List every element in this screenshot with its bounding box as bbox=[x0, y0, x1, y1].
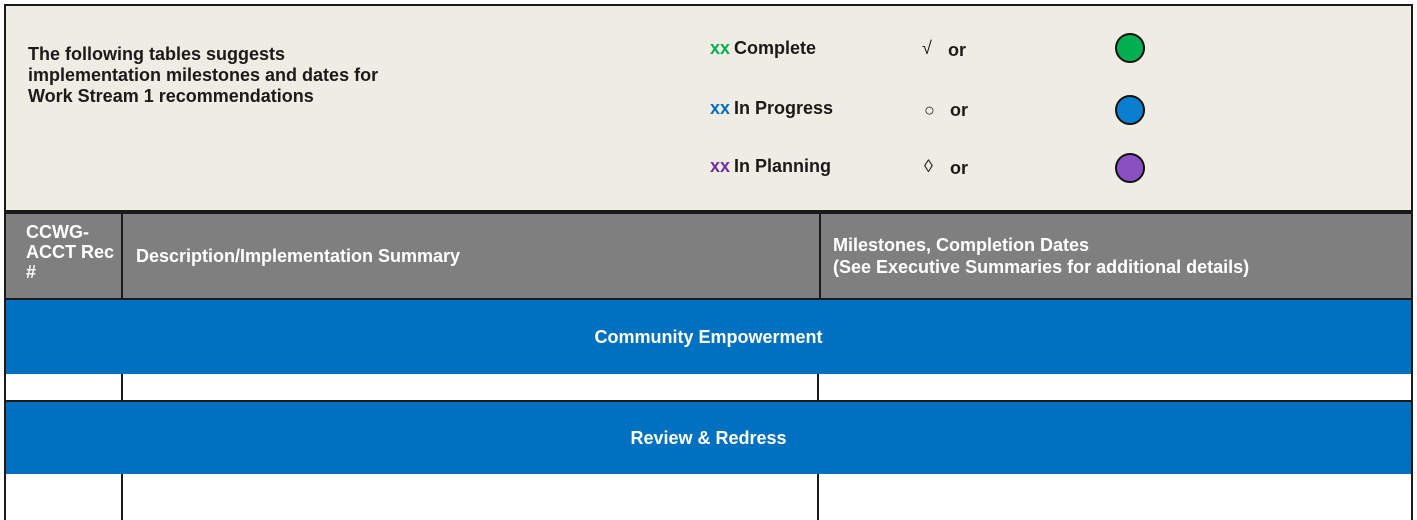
diamond-symbol: ◊ bbox=[924, 156, 933, 176]
legend-complete: xx Complete bbox=[710, 38, 816, 64]
milestones-line1: Milestones, Completion Dates bbox=[833, 235, 1090, 255]
table-cell-rec[interactable] bbox=[4, 374, 123, 402]
legend-label: In Planning bbox=[734, 156, 832, 176]
legend-prefix: xx bbox=[710, 156, 731, 176]
table-cell-milestones[interactable] bbox=[819, 474, 1413, 520]
blue-circle-icon bbox=[1115, 95, 1145, 125]
legend-label: Complete bbox=[734, 38, 817, 58]
circle-symbol: ○ bbox=[924, 100, 935, 120]
section-bar: Community Empowerment bbox=[4, 300, 1413, 374]
column-header-description-label: Description/Implementation Summary bbox=[136, 245, 461, 266]
check-symbol: √ bbox=[922, 38, 932, 58]
purple-circle-icon bbox=[1115, 153, 1145, 183]
legend-prefix: xx bbox=[710, 38, 731, 58]
intro-text: The following tables suggests implementa… bbox=[28, 44, 379, 106]
legend-or: or bbox=[950, 100, 968, 120]
legend-label: In Progress bbox=[734, 98, 834, 118]
table-cell-description[interactable] bbox=[123, 474, 819, 520]
column-header-rec: CCWG-ACCT Rec # bbox=[4, 212, 123, 300]
milestones-line2: (See Executive Summaries for additional … bbox=[833, 257, 1250, 277]
table-cell-rec[interactable] bbox=[4, 474, 123, 520]
legend-panel bbox=[4, 4, 1413, 212]
column-header-milestones: Milestones, Completion Dates (See Execut… bbox=[819, 212, 1413, 300]
table-cell-description[interactable] bbox=[123, 374, 819, 402]
column-header-description: Description/Implementation Summary bbox=[123, 212, 819, 300]
legend-in-planning: xx In Planning bbox=[710, 156, 831, 182]
section-title: Review & Redress bbox=[630, 427, 787, 448]
section-title: Community Empowerment bbox=[594, 326, 823, 347]
section-bar: Review & Redress bbox=[4, 402, 1413, 474]
green-circle-icon bbox=[1115, 33, 1145, 63]
legend-or: or bbox=[948, 40, 966, 60]
legend-in-progress: xx In Progress bbox=[710, 98, 833, 124]
legend-or: or bbox=[950, 158, 968, 178]
legend-prefix: xx bbox=[710, 98, 731, 118]
table-cell-milestones[interactable] bbox=[819, 374, 1413, 402]
